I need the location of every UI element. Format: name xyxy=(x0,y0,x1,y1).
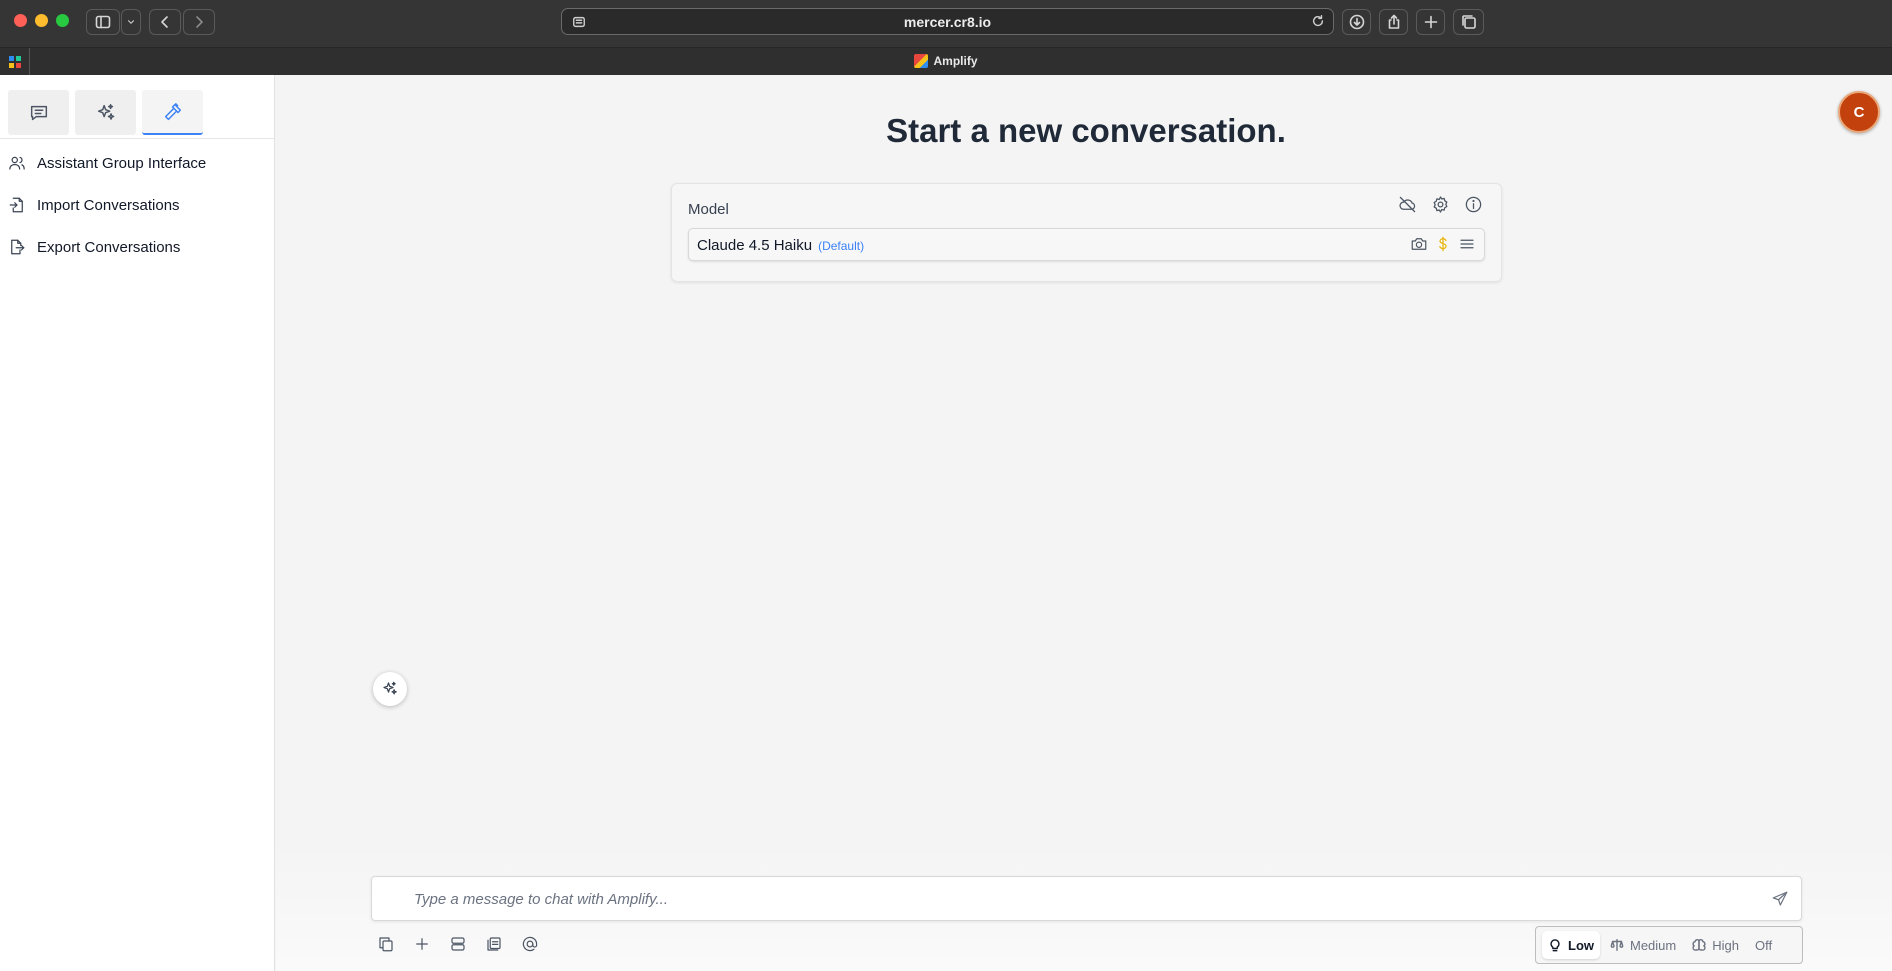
zoom-window-button[interactable] xyxy=(56,14,69,27)
chat-toolbar xyxy=(375,933,541,955)
chevron-left-icon xyxy=(161,16,168,28)
menu-icon[interactable] xyxy=(1458,235,1476,253)
page-title: Start a new conversation. xyxy=(886,112,1286,149)
sidebar-item-label: Assistant Group Interface xyxy=(37,154,207,172)
sidebar: Assistant Group Interface Import Convers… xyxy=(0,75,275,971)
downloads-button[interactable] xyxy=(1342,9,1371,35)
sparkles-icon xyxy=(97,103,114,120)
database-icon xyxy=(451,937,465,951)
effort-low-button[interactable]: Low xyxy=(1542,931,1600,959)
at-icon xyxy=(522,936,538,952)
sidebar-item-label: Import Conversations xyxy=(37,196,180,214)
lightbulb-icon xyxy=(1550,939,1560,952)
camera-icon xyxy=(1411,238,1427,250)
mention-button[interactable] xyxy=(519,933,541,955)
back-button[interactable] xyxy=(149,9,181,35)
amplify-favicon-icon xyxy=(914,54,929,68)
model-label: Model xyxy=(688,201,729,218)
url-text: mercer.cr8.io xyxy=(903,13,992,30)
dollar-icon xyxy=(1439,236,1447,252)
gear-icon[interactable] xyxy=(1431,195,1450,214)
chat-input[interactable] xyxy=(414,888,1714,910)
add-button[interactable] xyxy=(411,933,433,955)
tab-title: Amplify xyxy=(933,54,978,68)
send-icon xyxy=(1772,891,1788,906)
effort-high-label: High xyxy=(1712,937,1739,953)
sidebar-item-assistant-group-interface[interactable]: Assistant Group Interface xyxy=(0,146,274,180)
sidebar-tabs xyxy=(0,75,274,139)
sidebar-item-label: Export Conversations xyxy=(37,238,181,256)
sidebar-toggle-button[interactable] xyxy=(86,9,120,35)
model-card: Model Claude 4.5 Haiku (Default) xyxy=(671,183,1502,282)
share-button[interactable] xyxy=(1379,9,1408,35)
data-sources-button[interactable] xyxy=(447,933,469,955)
active-tab[interactable]: Amplify xyxy=(0,54,1892,68)
model-select[interactable]: Claude 4.5 Haiku (Default) xyxy=(688,228,1485,261)
info-icon[interactable] xyxy=(1464,195,1483,214)
effort-high-button[interactable]: High xyxy=(1686,931,1745,959)
effort-medium-button[interactable]: Medium xyxy=(1604,931,1682,959)
effort-medium-label: Medium xyxy=(1630,937,1677,953)
new-tab-button[interactable] xyxy=(1416,9,1445,35)
effort-off-button[interactable]: Off xyxy=(1749,931,1778,959)
hammer-icon xyxy=(164,102,181,120)
user-avatar[interactable]: C xyxy=(1838,91,1880,133)
effort-low-label: Low xyxy=(1568,937,1594,953)
file-export-icon xyxy=(11,239,25,255)
cloud-off-icon[interactable] xyxy=(1398,195,1417,214)
model-capability-icons xyxy=(1410,235,1476,253)
close-window-button[interactable] xyxy=(14,14,27,27)
tab-overview-button[interactable] xyxy=(1453,9,1484,35)
reasoning-effort-selector: Low Medium High Off xyxy=(1535,926,1803,964)
chevron-down-icon xyxy=(128,20,134,24)
scale-icon xyxy=(1610,939,1624,951)
tabs-overview-icon xyxy=(1461,15,1476,29)
send-button[interactable] xyxy=(1771,890,1789,913)
copy-icon xyxy=(379,937,393,952)
forward-button[interactable] xyxy=(183,9,215,35)
documents-icon xyxy=(487,937,501,951)
file-import-icon xyxy=(9,197,23,213)
share-icon xyxy=(1388,14,1399,29)
sidebar-item-export-conversations[interactable]: Export Conversations xyxy=(0,230,274,264)
model-name: Claude 4.5 Haiku (Default) xyxy=(697,237,864,254)
chevron-right-icon xyxy=(196,16,203,28)
tab-prompts[interactable] xyxy=(75,90,136,135)
brain-icon xyxy=(1692,939,1706,951)
browser-chrome: mercer.cr8.io Amplify xyxy=(0,0,1892,75)
tab-tools[interactable] xyxy=(142,90,203,135)
sidebar-item-import-conversations[interactable]: Import Conversations xyxy=(0,188,274,222)
effort-off-label: Off xyxy=(1755,937,1773,953)
main-panel: Start a new conversation. C Model Claude… xyxy=(276,75,1892,971)
plus-icon xyxy=(416,938,428,950)
model-card-actions xyxy=(1398,195,1483,214)
users-icon xyxy=(9,156,25,170)
default-badge: (Default) xyxy=(818,239,865,253)
sidebar-icon xyxy=(95,15,111,29)
address-bar[interactable]: mercer.cr8.io xyxy=(561,8,1334,35)
chat-icon xyxy=(30,105,47,120)
documents-button[interactable] xyxy=(483,933,505,955)
reload-icon[interactable] xyxy=(1311,14,1325,33)
minimize-window-button[interactable] xyxy=(35,14,48,27)
download-icon xyxy=(1349,14,1364,30)
chat-input-box xyxy=(371,876,1802,921)
tab-conversations[interactable] xyxy=(8,90,69,135)
selected-model-name: Claude 4.5 Haiku xyxy=(697,237,813,254)
sidebar-menu-button[interactable] xyxy=(121,9,141,35)
site-settings-icon[interactable] xyxy=(572,15,586,34)
copy-conversation-button[interactable] xyxy=(375,933,397,955)
tab-bar: Amplify xyxy=(0,47,1892,75)
sparkles-icon xyxy=(383,681,397,695)
prompt-optimizer-button[interactable] xyxy=(373,672,407,706)
plus-icon xyxy=(1424,15,1437,29)
